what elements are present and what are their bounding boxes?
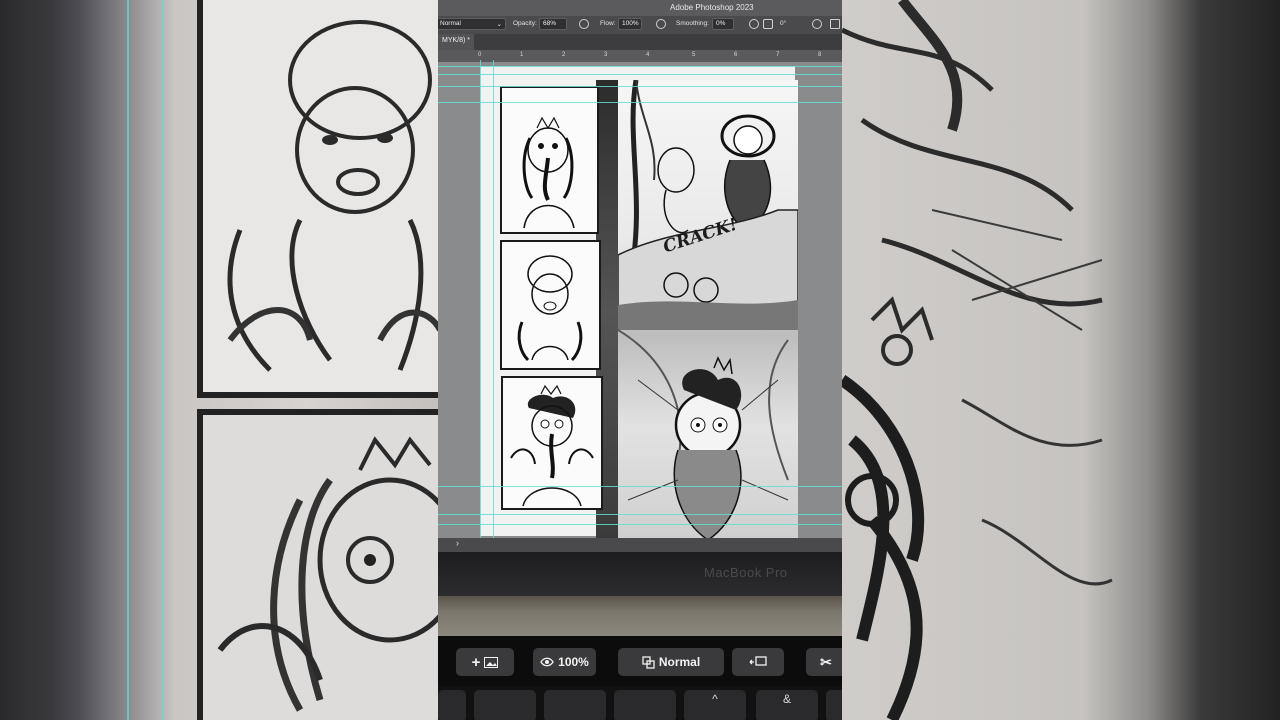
keyboard-key[interactable] — [544, 690, 606, 720]
guide-line[interactable] — [438, 66, 842, 67]
keyboard-key-7[interactable]: & — [756, 690, 818, 720]
photoshop-title-bar: Adobe Photoshop 2023 — [438, 0, 842, 16]
transform-button[interactable] — [732, 648, 784, 676]
panel-2-artwork — [517, 255, 583, 362]
flow-label: Flow: — [600, 20, 616, 27]
status-bar: › — [438, 538, 842, 552]
symmetry-icon[interactable] — [830, 19, 840, 29]
blend-mode-select[interactable]: Normal ⌄ — [438, 18, 506, 30]
layer-opacity-button[interactable]: 100% — [533, 648, 596, 676]
laptop-deck — [438, 596, 842, 636]
comic-panel-large: CRACK! — [617, 79, 799, 542]
swap-layers-icon — [749, 656, 767, 666]
laptop-brand: MacBook Pro — [704, 565, 788, 580]
new-layer-button[interactable]: + — [456, 648, 514, 676]
pressure-size-icon[interactable] — [812, 19, 822, 29]
comic-panel-3 — [501, 376, 603, 510]
keyboard-key[interactable] — [474, 690, 536, 720]
guide-line[interactable] — [438, 86, 842, 87]
comic-panel-2 — [500, 240, 601, 370]
comic-page: CRACK! — [438, 60, 842, 542]
opacity-label: Opacity: — [513, 20, 537, 27]
keyboard-row: ^ & — [438, 686, 842, 720]
ruler-tick: 5 — [692, 52, 696, 58]
blend-mode-icon — [642, 655, 655, 669]
guide-line[interactable] — [480, 60, 481, 540]
keyboard-key[interactable] — [438, 690, 466, 720]
touch-bar: + 100% Normal ✂ — [438, 636, 842, 686]
guide-line[interactable] — [438, 514, 842, 515]
opacity-field[interactable]: 68% — [539, 18, 567, 30]
app-title: Adobe Photoshop 2023 — [670, 3, 754, 12]
chevron-down-icon: ⌄ — [496, 21, 502, 28]
flow-value: 100% — [622, 20, 639, 27]
ruler-tick: 3 — [604, 52, 608, 58]
ruler-tick: 0 — [478, 52, 482, 58]
layer-opacity-value: 100% — [558, 655, 589, 669]
left-blurred-zoom — [0, 0, 438, 720]
guide-line[interactable] — [438, 486, 842, 487]
ruler-tick: 8 — [818, 52, 822, 58]
angle-icon[interactable] — [763, 19, 773, 29]
scissors-icon: ✂ — [820, 653, 832, 670]
airbrush-icon[interactable] — [656, 19, 666, 29]
scissors-button[interactable]: ✂ — [806, 648, 842, 676]
comic-panel-1 — [500, 86, 599, 234]
plus-icon: + — [471, 653, 481, 671]
document-tab-label: MYK/8) * — [442, 37, 471, 44]
large-panel-artwork — [617, 79, 799, 541]
laptop-photo: Adobe Photoshop 2023 Normal ⌄ Opacity: 6… — [438, 0, 842, 720]
right-zoom-artwork — [842, 0, 1113, 720]
right-blurred-zoom — [842, 0, 1280, 720]
left-zoom-artwork — [127, 0, 438, 720]
ruler-tick: 6 — [734, 52, 738, 58]
opacity-value: 68% — [543, 20, 557, 27]
blend-mode-button[interactable]: Normal — [618, 648, 724, 676]
gear-icon[interactable] — [749, 19, 759, 29]
smoothing-value: 0% — [716, 20, 726, 27]
document-tab[interactable]: MYK/8) * — [438, 34, 475, 50]
status-bar-expand-icon[interactable]: › — [456, 538, 459, 548]
video-frame: Adobe Photoshop 2023 Normal ⌄ Opacity: 6… — [0, 0, 1280, 720]
keyboard-key[interactable] — [826, 690, 842, 720]
guide-line[interactable] — [438, 524, 842, 525]
document-tab-bar: MYK/8) * — [438, 34, 842, 50]
ruler-tick: 7 — [776, 52, 780, 58]
ruler-tick: 1 — [520, 52, 524, 58]
keyboard-key[interactable] — [614, 690, 676, 720]
layer-image-icon — [484, 656, 499, 668]
eye-icon — [540, 657, 554, 667]
guide-line[interactable] — [438, 74, 842, 75]
ruler-tick: 4 — [646, 52, 650, 58]
options-bar: Normal ⌄ Opacity: 68% Flow: 100% Smoothi… — [438, 16, 842, 34]
panel-3-artwork — [510, 384, 594, 507]
horizontal-ruler[interactable]: 0 1 2 3 4 5 6 7 8 — [438, 50, 842, 62]
blend-mode-value: Normal — [440, 20, 461, 27]
guide-line[interactable] — [493, 60, 494, 540]
flow-field[interactable]: 100% — [618, 18, 642, 30]
smoothing-label: Smoothing: — [676, 20, 709, 27]
pressure-opacity-icon[interactable] — [579, 19, 589, 29]
guide-line[interactable] — [438, 102, 842, 103]
panel-1-artwork — [522, 116, 575, 229]
smoothing-field[interactable]: 0% — [712, 18, 734, 30]
angle-value: 0° — [780, 20, 787, 27]
ruler-tick: 2 — [562, 52, 566, 58]
keyboard-key-6[interactable]: ^ — [684, 690, 746, 720]
blend-mode-label: Normal — [658, 655, 701, 669]
canvas-area[interactable]: 0 1 2 3 4 5 6 7 8 CRACK! — [438, 50, 842, 542]
